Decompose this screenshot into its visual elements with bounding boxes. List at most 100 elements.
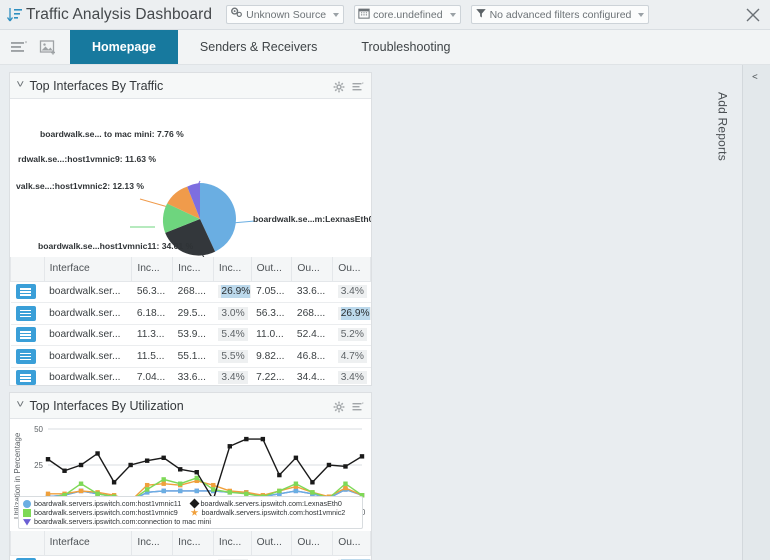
cell-out-1: 56.3... bbox=[251, 303, 292, 325]
close-icon[interactable] bbox=[744, 6, 762, 24]
cell-out-2: 34.4... bbox=[292, 367, 333, 385]
list-menu-icon[interactable] bbox=[352, 80, 364, 92]
gear-icon[interactable] bbox=[333, 400, 345, 412]
chevron-down-icon[interactable]: ˅ bbox=[16, 400, 24, 411]
table-row[interactable]: boardwalk.ser...11.3...53.9...5.4%11.0..… bbox=[11, 324, 371, 346]
page-title: Traffic Analysis Dashboard bbox=[26, 6, 212, 24]
top-bar: Traffic Analysis Dashboard Unknown Sourc… bbox=[0, 0, 770, 30]
th-out-pct[interactable]: Ou... bbox=[333, 531, 371, 555]
traffic-table: Interface Inc... Inc... Inc... Out... Ou… bbox=[10, 257, 371, 385]
table-row[interactable]: boardwalk.ser...6.18...29.5...3.0%56.3..… bbox=[11, 555, 371, 560]
cell-row-menu bbox=[11, 324, 45, 346]
list-menu-icon[interactable] bbox=[352, 400, 364, 412]
pie-label-host1vmnic11: boardwalk.se...host1vmnic11: 34.01 % bbox=[38, 241, 193, 251]
cell-interface: boardwalk.ser... bbox=[44, 555, 132, 560]
cell-out-1: 7.05... bbox=[251, 281, 292, 303]
cell-in-2: 268.... bbox=[173, 281, 214, 303]
row-menu-icon[interactable] bbox=[16, 284, 36, 299]
cell-in-2: 55.1... bbox=[173, 346, 214, 368]
table-row[interactable]: boardwalk.ser...11.5...55.1...5.5%9.82..… bbox=[11, 346, 371, 368]
tab-senders-receivers[interactable]: Senders & Receivers bbox=[178, 30, 339, 64]
cell-in-2: 53.9... bbox=[173, 324, 214, 346]
legend-marker bbox=[191, 509, 199, 517]
table-row[interactable]: boardwalk.ser...6.18...29.5...3.0%56.3..… bbox=[11, 303, 371, 325]
gear-icon[interactable] bbox=[333, 80, 345, 92]
chevron-down-icon bbox=[450, 13, 456, 17]
cell-out-2: 268.... bbox=[292, 303, 333, 325]
utilization-table: Interface Inc... Inc... Inc... Out... Ou… bbox=[10, 531, 371, 560]
cell-out-1: 7.22... bbox=[251, 367, 292, 385]
cell-in-1: 11.5... bbox=[132, 346, 173, 368]
tab-troubleshooting[interactable]: Troubleshooting bbox=[339, 30, 472, 64]
cell-in-1: 56.3... bbox=[132, 281, 173, 303]
chevron-down-icon[interactable]: ˅ bbox=[16, 80, 24, 91]
utilization-line-chart: Utilization in Percentage 0255013:2513:3… bbox=[10, 419, 371, 531]
th-in-1[interactable]: Inc... bbox=[132, 531, 173, 555]
funnel-icon bbox=[475, 7, 487, 22]
cell-in-pct: 26.9% bbox=[213, 281, 251, 303]
cell-out-2: 52.4... bbox=[292, 324, 333, 346]
row-menu-icon[interactable] bbox=[16, 370, 36, 385]
panel-title: Top Interfaces By Traffic bbox=[29, 79, 333, 93]
th-in-2[interactable]: Inc... bbox=[173, 257, 214, 281]
table-row[interactable]: boardwalk.ser...7.04...33.6...3.4%7.22..… bbox=[11, 367, 371, 385]
chart-legend: boardwalk.servers.ipswitch.com:host1vmni… bbox=[18, 496, 363, 529]
cell-interface: boardwalk.ser... bbox=[44, 367, 132, 385]
legend-marker bbox=[189, 499, 199, 509]
cell-in-1: 6.18... bbox=[132, 303, 173, 325]
th-out-1[interactable]: Out... bbox=[251, 257, 292, 281]
cell-in-1: 11.3... bbox=[132, 324, 173, 346]
svg-text:50: 50 bbox=[34, 425, 43, 434]
panel-top-interfaces-by-traffic: ˅ Top Interfaces By Traffic bbox=[9, 72, 372, 386]
th-out-2[interactable]: Ou... bbox=[292, 531, 333, 555]
th-in-2[interactable]: Inc... bbox=[173, 531, 214, 555]
cell-out-2: 46.8... bbox=[292, 346, 333, 368]
panel-top-interfaces-by-utilization: ˅ Top Interfaces By Utilization bbox=[9, 392, 372, 560]
list-options-icon[interactable] bbox=[10, 39, 29, 56]
th-out-2[interactable]: Ou... bbox=[292, 257, 333, 281]
th-interface[interactable]: Interface bbox=[44, 531, 132, 555]
cell-row-menu bbox=[11, 346, 45, 368]
row-menu-icon[interactable] bbox=[16, 327, 36, 342]
nav-tools bbox=[0, 30, 70, 64]
th-in-1[interactable]: Inc... bbox=[132, 257, 173, 281]
filter-timerange[interactable]: core.undefined bbox=[354, 5, 460, 24]
legend-marker bbox=[23, 500, 31, 508]
add-reports-rail[interactable]: ˅ Add Reports bbox=[742, 65, 770, 560]
add-reports-label: Add Reports bbox=[715, 92, 729, 161]
th-interface[interactable]: Interface bbox=[44, 257, 132, 281]
panel-grid: ˅ Top Interfaces By Traffic bbox=[0, 65, 742, 560]
th-out-1[interactable]: Out... bbox=[251, 531, 292, 555]
tab-homepage[interactable]: Homepage bbox=[70, 30, 178, 64]
cell-in-1: 7.04... bbox=[132, 367, 173, 385]
cell-in-2: 29.5... bbox=[173, 555, 214, 560]
pie-label-host1vmnic2: valk.se...:host1vmnic2: 12.13 % bbox=[16, 181, 144, 191]
add-image-icon[interactable] bbox=[39, 39, 58, 56]
th-handle[interactable] bbox=[11, 257, 45, 281]
filter-source[interactable]: Unknown Source bbox=[226, 5, 344, 24]
th-handle[interactable] bbox=[11, 531, 45, 555]
cell-out-pct: 3.4% bbox=[333, 281, 371, 303]
th-in-pct[interactable]: Inc... bbox=[213, 257, 251, 281]
row-menu-icon[interactable] bbox=[16, 306, 36, 321]
table-row[interactable]: boardwalk.ser...56.3...268....26.9%7.05.… bbox=[11, 281, 371, 303]
row-menu-icon[interactable] bbox=[16, 349, 36, 364]
chevron-down-icon bbox=[333, 13, 339, 17]
legend-label-mac-mini: boardwalk.servers.ipswitch.com:connectio… bbox=[34, 517, 211, 526]
dashboard-body: ˅ Top Interfaces By Traffic bbox=[0, 65, 770, 560]
utilization-table-body: boardwalk.ser...6.18...29.5...3.0%56.3..… bbox=[11, 555, 371, 560]
cell-out-2: 33.6... bbox=[292, 281, 333, 303]
th-in-pct[interactable]: Inc... bbox=[213, 531, 251, 555]
filter-timerange-label: core.undefined bbox=[373, 9, 442, 21]
calendar-icon bbox=[358, 7, 370, 22]
filter-advanced[interactable]: No advanced filters configured bbox=[471, 5, 650, 24]
cell-row-menu bbox=[11, 367, 45, 385]
panel-body: boardwalk.se...m:LexnasEth0: boardwalk.s… bbox=[10, 99, 371, 385]
legend-marker bbox=[23, 518, 31, 526]
cell-out-pct: 3.4% bbox=[333, 367, 371, 385]
cell-out-pct: 5.2% bbox=[333, 324, 371, 346]
legend-label-lexnaseth0: boardwalk.servers.ipswitch.com:LexnasEth… bbox=[201, 499, 342, 508]
nav-bar: Homepage Senders & Receivers Troubleshoo… bbox=[0, 30, 770, 65]
svg-text:25: 25 bbox=[34, 461, 43, 470]
th-out-pct[interactable]: Ou... bbox=[333, 257, 371, 281]
